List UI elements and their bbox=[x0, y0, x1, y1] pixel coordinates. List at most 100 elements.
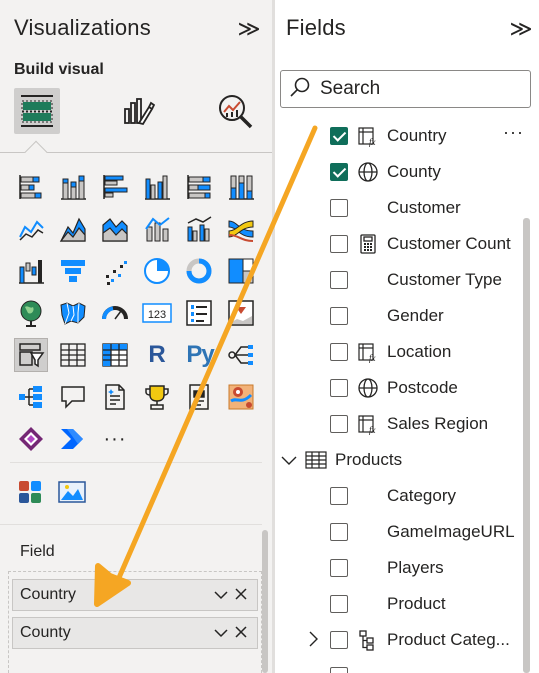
more-visuals-icon[interactable]: ··· bbox=[99, 423, 131, 455]
field-row-postcode[interactable]: Postcode bbox=[275, 370, 525, 406]
field-row-county[interactable]: County bbox=[275, 154, 525, 190]
field-row-customer-count[interactable]: Customer Count bbox=[275, 226, 525, 262]
field-checkbox[interactable] bbox=[330, 163, 348, 181]
field-label: Gender bbox=[387, 306, 444, 325]
collapse-visualizations-icon[interactable]: ≫ bbox=[236, 16, 262, 42]
field-checkbox[interactable] bbox=[330, 595, 348, 613]
card-icon[interactable]: 123 bbox=[141, 297, 173, 329]
field-well-item-county[interactable]: County bbox=[12, 617, 258, 649]
field-row-gender[interactable]: Gender bbox=[275, 298, 525, 334]
image-visual-icon[interactable] bbox=[56, 476, 88, 508]
decomposition-tree-icon[interactable] bbox=[15, 381, 47, 413]
field-checkbox[interactable] bbox=[330, 631, 348, 649]
field-row-product[interactable]: Product bbox=[275, 586, 525, 622]
close-icon[interactable] bbox=[231, 587, 251, 604]
field-checkbox[interactable] bbox=[330, 523, 348, 541]
field-checkbox[interactable] bbox=[330, 199, 348, 217]
more-visuals-text: ··· bbox=[103, 427, 127, 450]
chevron-right-icon[interactable] bbox=[307, 630, 319, 652]
search-input[interactable]: Search bbox=[280, 70, 531, 108]
hierarchy-calc-icon: fx bbox=[357, 341, 379, 363]
waterfall-chart-icon[interactable] bbox=[15, 255, 47, 287]
clustered-bar-chart-icon[interactable] bbox=[99, 171, 131, 203]
matrix-icon[interactable] bbox=[99, 339, 131, 371]
field-well-item-country[interactable]: Country bbox=[12, 579, 258, 611]
calculator-icon bbox=[357, 233, 379, 255]
table-row-products[interactable]: Products bbox=[275, 442, 525, 478]
collapse-fields-icon[interactable]: ≫ bbox=[508, 16, 534, 42]
field-row-partial[interactable] bbox=[275, 658, 525, 673]
slicer-icon[interactable] bbox=[14, 338, 48, 372]
power-apps-icon[interactable] bbox=[15, 423, 47, 455]
more-options-icon[interactable]: ··· bbox=[503, 122, 524, 143]
stacked-column-chart-icon[interactable] bbox=[57, 171, 89, 203]
map-icon[interactable] bbox=[15, 297, 47, 329]
field-row-country[interactable]: fx Country ··· bbox=[275, 118, 525, 154]
line-chart-icon[interactable] bbox=[15, 213, 47, 245]
field-row-customer-type[interactable]: Customer Type bbox=[275, 262, 525, 298]
filled-map-icon[interactable] bbox=[57, 297, 89, 329]
metrics-icon[interactable] bbox=[141, 381, 173, 413]
multi-row-card-icon[interactable] bbox=[183, 297, 215, 329]
hierarchy-row-product-category[interactable]: Product Categ... bbox=[275, 622, 525, 658]
field-checkbox[interactable] bbox=[330, 415, 348, 433]
field-checkbox[interactable] bbox=[330, 307, 348, 325]
field-checkbox[interactable] bbox=[330, 127, 348, 145]
python-visual-icon[interactable]: Py bbox=[183, 339, 217, 371]
paginated-report-icon[interactable] bbox=[183, 381, 215, 413]
field-row-sales-region[interactable]: fx Sales Region bbox=[275, 406, 525, 442]
key-influencers-icon[interactable] bbox=[225, 339, 257, 371]
build-visual-icon[interactable] bbox=[14, 88, 60, 134]
get-more-visuals-icon[interactable] bbox=[14, 476, 46, 508]
field-label: Category bbox=[387, 486, 456, 505]
line-and-clustered-column-chart-icon[interactable] bbox=[183, 213, 215, 245]
power-automate-icon[interactable] bbox=[57, 423, 89, 455]
field-checkbox[interactable] bbox=[330, 379, 348, 397]
field-row-location[interactable]: fx Location bbox=[275, 334, 525, 370]
pie-chart-icon[interactable] bbox=[141, 255, 173, 287]
clustered-column-chart-icon[interactable] bbox=[141, 171, 173, 203]
line-and-stacked-column-chart-icon[interactable] bbox=[141, 213, 173, 245]
field-checkbox[interactable] bbox=[330, 343, 348, 361]
chevron-down-icon[interactable] bbox=[279, 451, 299, 471]
field-well-separator bbox=[0, 524, 262, 525]
field-label: Country bbox=[387, 126, 447, 145]
scatter-chart-icon[interactable] bbox=[99, 255, 131, 287]
treemap-icon[interactable] bbox=[225, 255, 257, 287]
field-checkbox[interactable] bbox=[330, 559, 348, 577]
close-icon[interactable] bbox=[231, 625, 251, 642]
field-row-players[interactable]: Players bbox=[275, 550, 525, 586]
field-label: Customer Type bbox=[387, 270, 502, 289]
mode-caret bbox=[24, 140, 48, 164]
visualizations-scrollbar[interactable] bbox=[262, 530, 268, 673]
field-row-customer[interactable]: Customer bbox=[275, 190, 525, 226]
ribbon-chart-icon[interactable] bbox=[225, 213, 257, 245]
donut-chart-icon[interactable] bbox=[183, 255, 215, 287]
field-checkbox[interactable] bbox=[330, 271, 348, 289]
python-visual-text: Py bbox=[186, 341, 214, 368]
area-chart-icon[interactable] bbox=[57, 213, 89, 245]
visualizations-title: Visualizations bbox=[14, 15, 151, 40]
funnel-icon[interactable] bbox=[57, 255, 89, 287]
analytics-icon[interactable] bbox=[212, 88, 258, 134]
field-checkbox[interactable] bbox=[330, 235, 348, 253]
format-visual-icon[interactable] bbox=[114, 88, 160, 134]
chevron-down-icon[interactable] bbox=[211, 625, 231, 642]
stacked-area-chart-icon[interactable] bbox=[99, 213, 131, 245]
chevron-down-icon[interactable] bbox=[211, 587, 231, 604]
field-row-gameimageurl[interactable]: GameImageURL bbox=[275, 514, 525, 550]
field-row-category[interactable]: Category bbox=[275, 478, 525, 514]
r-script-visual-icon[interactable]: R bbox=[141, 339, 173, 371]
100-percent-stacked-bar-chart-icon[interactable] bbox=[183, 171, 215, 203]
qa-icon[interactable] bbox=[57, 381, 89, 413]
smart-narrative-icon[interactable] bbox=[99, 381, 131, 413]
search-placeholder: Search bbox=[320, 78, 381, 99]
azure-map-icon[interactable] bbox=[225, 381, 257, 413]
table-icon[interactable] bbox=[57, 339, 89, 371]
kpi-icon[interactable] bbox=[225, 297, 257, 329]
100-percent-stacked-column-chart-icon[interactable] bbox=[225, 171, 257, 203]
stacked-bar-chart-icon[interactable] bbox=[15, 171, 47, 203]
field-checkbox[interactable] bbox=[330, 487, 348, 505]
field-checkbox[interactable] bbox=[330, 667, 348, 673]
gauge-icon[interactable] bbox=[99, 297, 131, 329]
